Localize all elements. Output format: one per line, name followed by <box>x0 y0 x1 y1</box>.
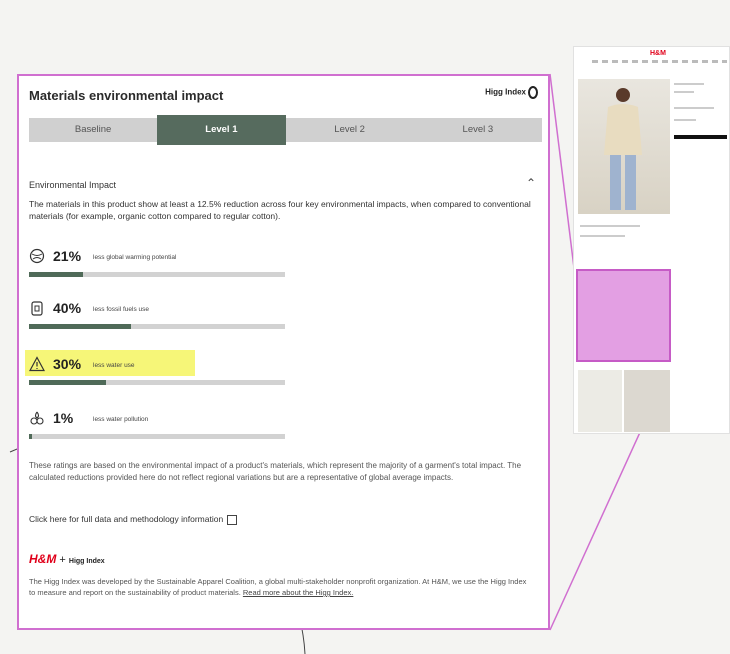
mini-detail-line <box>674 91 694 93</box>
tab-level-1[interactable]: Level 1 <box>157 115 286 145</box>
mini-detail-line <box>580 225 640 227</box>
mini-brand-logo: H&M <box>650 50 666 57</box>
progress-bar <box>29 380 285 385</box>
materials-impact-panel: Materials environmental impact Higg Inde… <box>17 74 550 630</box>
external-link-icon[interactable] <box>227 514 238 525</box>
highlighted-impact-section <box>576 269 671 362</box>
read-more-higg-link[interactable]: Read more about the Higg Index. <box>243 588 354 597</box>
tab-level-3[interactable]: Level 3 <box>414 118 542 142</box>
metric-value: 30% <box>53 356 82 372</box>
water-pollution-icon <box>30 411 44 425</box>
higg-logo-text: Higg Index <box>485 87 526 97</box>
level-tabs: Baseline Level 1 Level 2 Level 3 <box>29 115 542 145</box>
mini-detail-line <box>674 107 714 109</box>
progress-bar <box>29 324 285 329</box>
panel-title: Materials environmental impact <box>29 88 224 103</box>
progress-fill <box>29 380 106 385</box>
product-photo-thumb-2 <box>624 370 670 432</box>
mini-detail-line <box>674 83 704 85</box>
panel-header: Materials environmental impact Higg Inde… <box>29 84 538 106</box>
fossil-fuel-icon <box>31 301 43 316</box>
metric-label: less fossil fuels use <box>93 306 149 313</box>
progress-fill <box>29 324 131 329</box>
progress-fill <box>29 272 83 277</box>
metric-value: 21% <box>53 248 82 264</box>
metric-label: less water pollution <box>93 416 149 423</box>
progress-bar <box>29 434 285 439</box>
mini-detail-line <box>674 119 696 121</box>
section-title: Environmental Impact <box>29 180 117 190</box>
brand-logos: H&M + Higg Index <box>29 552 105 570</box>
product-page-thumbnail: H&M <box>573 46 730 434</box>
methodology-link[interactable]: Click here for full data and methodology… <box>29 514 238 525</box>
metric-label: less global warming potential <box>93 254 177 261</box>
metric-value: 1% <box>53 410 74 426</box>
ratings-footnote: These ratings are based on the environme… <box>29 461 522 482</box>
higg-index-small-logo: Higg Index <box>68 558 105 565</box>
mini-nav-bar <box>592 60 727 63</box>
mini-detail-line <box>580 235 625 237</box>
hm-logo: H&M <box>29 552 57 566</box>
metric-value: 40% <box>53 300 82 316</box>
impact-description: The materials in this product show at le… <box>29 199 531 221</box>
metric-label: less water use <box>93 362 135 369</box>
methodology-link-text[interactable]: Click here for full data and methodology… <box>29 514 223 524</box>
progress-bar <box>29 272 285 277</box>
mini-add-to-bag-button <box>674 135 727 139</box>
tab-baseline[interactable]: Baseline <box>29 118 157 142</box>
product-photo-thumb-1 <box>578 370 622 432</box>
progress-fill <box>29 434 32 439</box>
higg-index-logo: Higg Index <box>485 86 538 99</box>
water-warning-icon <box>29 356 45 372</box>
tab-level-2[interactable]: Level 2 <box>286 118 414 142</box>
higg-index-note: The Higg Index was developed by the Sust… <box>29 576 534 598</box>
model-figure <box>604 88 642 210</box>
chevron-up-icon[interactable]: ⌃ <box>526 176 536 190</box>
plus-sign: + <box>59 554 66 566</box>
globe-warming-icon <box>29 248 45 264</box>
